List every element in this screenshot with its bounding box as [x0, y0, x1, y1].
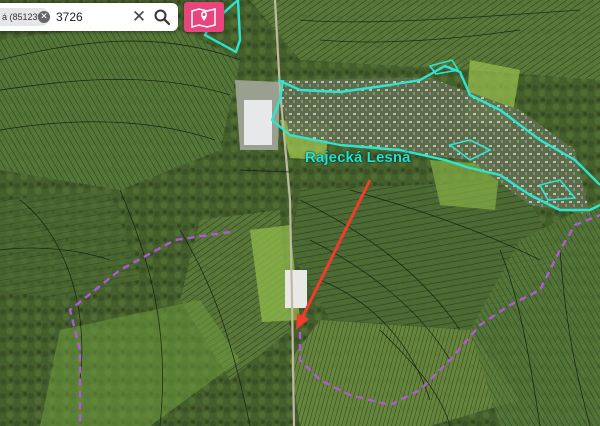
cadastral-area-chip[interactable]: á (851230) ✕ [0, 8, 50, 26]
map-viewer[interactable]: á (851230) ✕ ✕ Rajecká Lesná [0, 0, 600, 426]
search-icon[interactable] [153, 8, 171, 26]
map-pin-icon [191, 8, 216, 28]
satellite-map[interactable] [0, 0, 600, 426]
parcel-search-input[interactable] [56, 8, 126, 26]
cadastral-search-bar: á (851230) ✕ ✕ [0, 3, 178, 31]
close-icon[interactable]: ✕ [130, 7, 148, 27]
place-label: Rajecká Lesná [305, 149, 411, 166]
close-circle-icon[interactable]: ✕ [38, 11, 50, 23]
map-pin-button[interactable] [184, 2, 224, 32]
